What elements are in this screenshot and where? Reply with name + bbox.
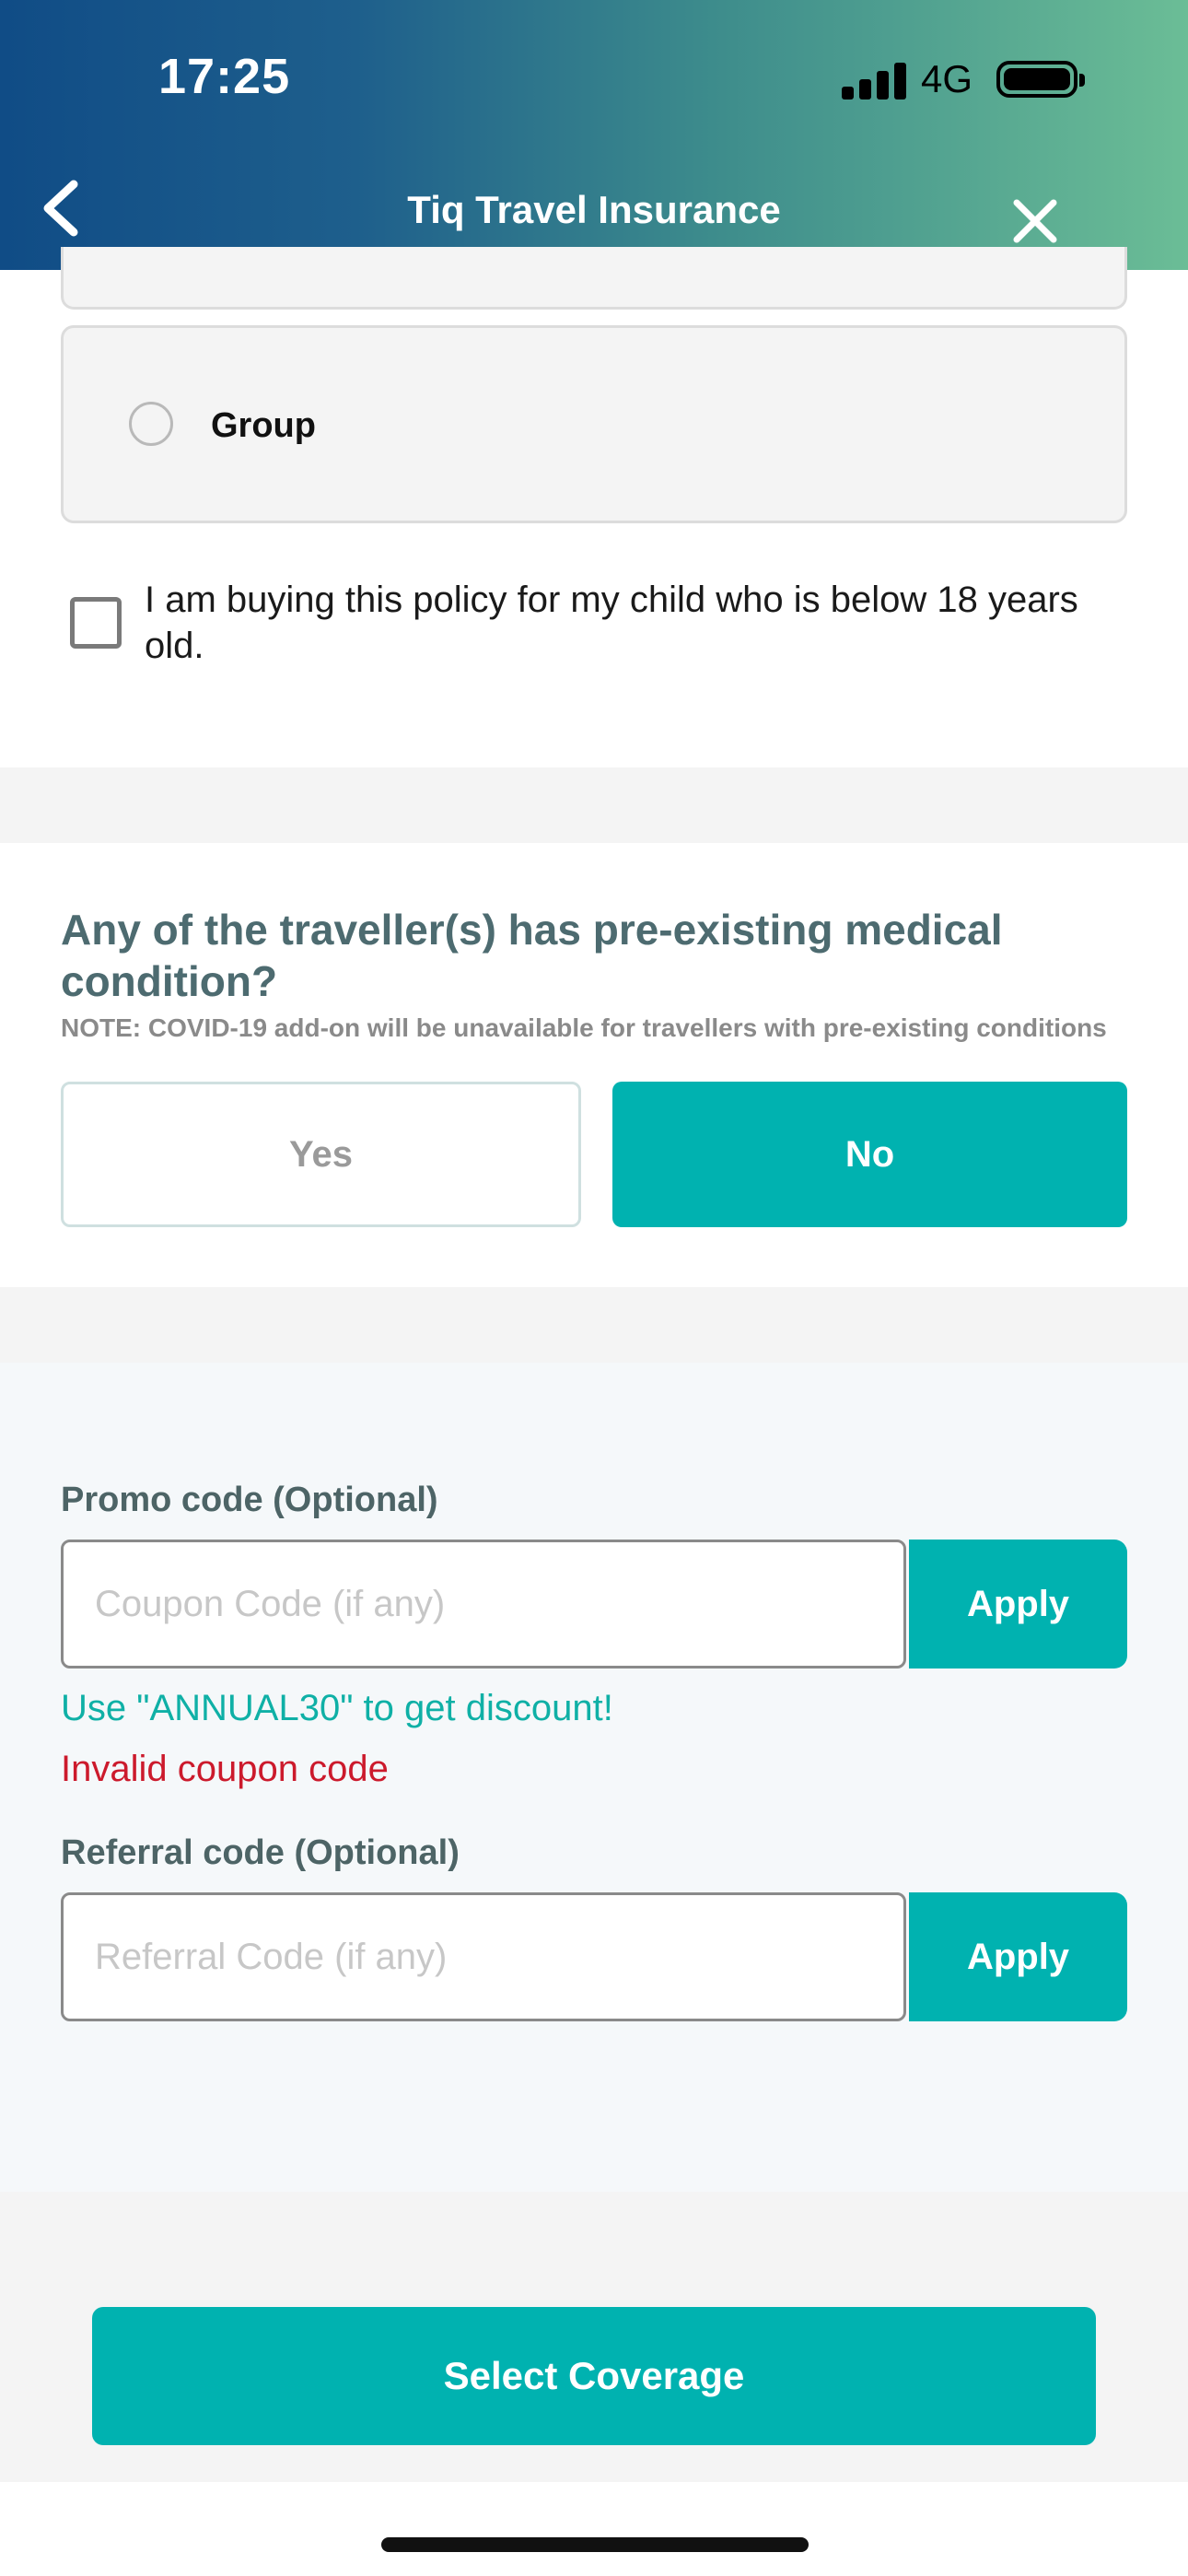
group-option-label: Group <box>211 406 316 445</box>
select-coverage-button[interactable]: Select Coverage <box>92 2307 1096 2445</box>
promo-hint: Use "ANNUAL30" to get discount! <box>61 1688 613 1728</box>
close-button[interactable] <box>1009 195 1061 247</box>
promo-apply-button[interactable]: Apply <box>909 1540 1127 1669</box>
referral-code-input[interactable] <box>61 1892 906 2021</box>
referral-apply-button[interactable]: Apply <box>909 1892 1127 2021</box>
promo-code-label: Promo code (Optional) <box>61 1481 438 1519</box>
status-time: 17:25 <box>158 49 291 104</box>
signal-bars-icon <box>842 63 906 100</box>
yes-button[interactable]: Yes <box>61 1082 581 1227</box>
bottom-bar <box>0 2482 1188 2576</box>
medical-note: NOTE: COVID-19 add-on will be unavailabl… <box>61 1013 1107 1042</box>
child-policy-checkbox[interactable] <box>70 597 122 649</box>
option-card-previous[interactable] <box>61 247 1127 310</box>
close-icon <box>1013 199 1057 243</box>
no-button[interactable]: No <box>612 1082 1127 1227</box>
child-policy-label[interactable]: I am buying this policy for my child who… <box>145 577 1121 669</box>
referral-code-label: Referral code (Optional) <box>61 1833 460 1872</box>
medical-question: Any of the traveller(s) has pre-existing… <box>61 906 1003 1005</box>
network-label: 4G <box>921 57 973 100</box>
battery-icon <box>996 61 1085 98</box>
promo-code-input[interactable] <box>61 1540 906 1669</box>
promo-error: Invalid coupon code <box>61 1749 389 1789</box>
home-indicator[interactable] <box>381 2537 809 2552</box>
group-radio[interactable] <box>129 402 173 446</box>
